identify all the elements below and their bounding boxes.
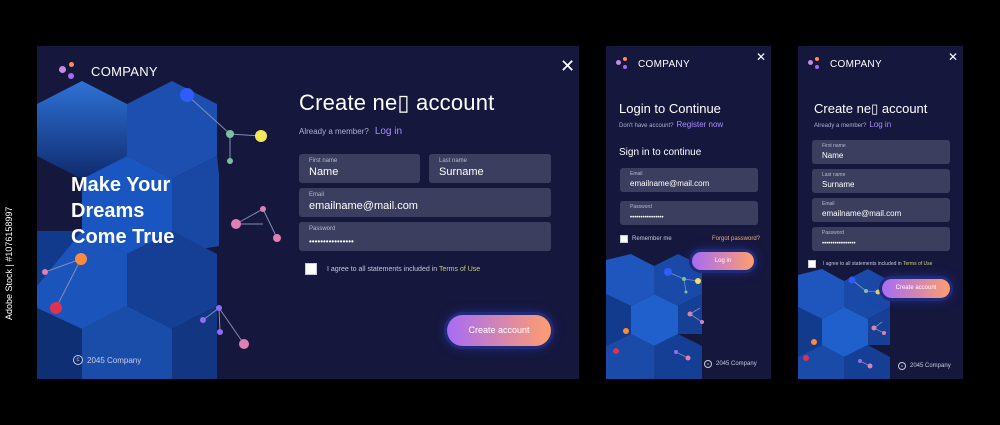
already-member-label: Already a member?: [814, 123, 867, 129]
password-label: Password: [822, 230, 844, 236]
password-label: Password: [309, 226, 336, 232]
copyright: c 2045 Company: [73, 355, 141, 365]
first-name-label: First name: [309, 158, 338, 164]
company-logo-icon: [59, 62, 81, 80]
remember-label: Remember me: [632, 236, 672, 242]
hero-line-2: Dreams: [71, 200, 145, 222]
page-title: Create ne▯ account: [299, 90, 495, 115]
register-link[interactable]: Register now: [677, 120, 724, 129]
page-title: Login to Continue: [619, 101, 721, 116]
first-name-value: Name: [822, 151, 844, 160]
copyright-icon: c: [704, 360, 712, 368]
email-field[interactable]: Email emailname@mail.com: [812, 198, 950, 222]
email-value: emailname@mail.com: [309, 200, 418, 212]
forgot-password-link[interactable]: Forgot password?: [712, 236, 760, 242]
password-label: Password: [630, 204, 652, 210]
create-account-button[interactable]: Create account: [882, 279, 950, 298]
agree-text: I agree to all statements included in Te…: [327, 266, 480, 273]
copyright: c 2045 Company: [704, 360, 757, 368]
company-logo: COMPANY: [616, 57, 690, 71]
company-name: COMPANY: [830, 58, 882, 70]
company-name: COMPANY: [91, 63, 158, 79]
agree-text: I agree to all statements included in Te…: [823, 261, 932, 267]
email-value: emailname@mail.com: [630, 179, 710, 188]
last-name-field[interactable]: Last name Surname: [429, 154, 551, 183]
already-member-text: Already a member? Log in: [299, 126, 402, 137]
agree-checkbox[interactable]: [808, 260, 816, 268]
already-member-label: Already a member?: [299, 127, 369, 136]
terms-link[interactable]: Terms of Use: [439, 266, 480, 273]
email-field[interactable]: Email emailname@mail.com: [299, 188, 551, 217]
email-label: Email: [822, 201, 835, 207]
last-name-value: Surname: [439, 166, 484, 178]
last-name-label: Last name: [439, 158, 468, 164]
register-text: Don't have account? Register now: [619, 120, 723, 129]
password-field[interactable]: Password ••••••••••••••••: [299, 222, 551, 251]
login-link[interactable]: Log in: [869, 120, 891, 129]
copyright-icon: c: [898, 362, 906, 370]
password-value: ••••••••••••••••: [630, 215, 664, 221]
company-logo: COMPANY: [808, 57, 882, 71]
agree-checkbox[interactable]: [305, 263, 317, 275]
create-account-button[interactable]: Create account: [447, 315, 551, 346]
copyright-icon: c: [73, 355, 83, 365]
password-value: ••••••••••••••••: [309, 237, 354, 246]
company-name: COMPANY: [638, 58, 690, 70]
close-icon[interactable]: ✕: [948, 51, 958, 63]
company-logo-icon: [808, 57, 824, 71]
copyright-text: 2045 Company: [910, 363, 951, 369]
copyright-text: 2045 Company: [87, 355, 142, 365]
first-name-field[interactable]: First name Name: [812, 140, 950, 164]
password-value: ••••••••••••••••: [822, 241, 856, 247]
close-icon[interactable]: ✕: [560, 57, 575, 75]
page-title: Create ne▯ account: [814, 101, 928, 116]
first-name-label: First name: [822, 143, 846, 149]
terms-link[interactable]: Terms of Use: [903, 261, 932, 267]
section-title: Sign in to continue: [619, 147, 702, 158]
agree-label: I agree to all statements included in: [327, 266, 438, 273]
first-name-field[interactable]: First name Name: [299, 154, 420, 183]
company-logo-icon: [616, 57, 632, 71]
agree-label: I agree to all statements included in: [823, 261, 902, 267]
hero-line-1: Make Your: [71, 174, 171, 196]
stock-id: Adobe Stock | #1076158997: [4, 206, 14, 320]
password-field[interactable]: Password ••••••••••••••••: [620, 201, 758, 225]
desktop-signup-panel: COMPANY ✕ Make Your Dreams Come True Cre…: [37, 46, 579, 379]
mobile-login-panel: COMPANY ✕ Login to Continue Don't have a…: [606, 46, 771, 379]
login-link[interactable]: Log in: [375, 126, 402, 137]
hero-heading: Make Your Dreams Come True: [71, 172, 174, 250]
login-button[interactable]: Log in: [692, 252, 754, 270]
copyright: c 2045 Company: [898, 362, 951, 370]
last-name-field[interactable]: Last name Surname: [812, 169, 950, 193]
email-label: Email: [309, 192, 325, 198]
password-field[interactable]: Password ••••••••••••••••: [812, 227, 950, 251]
hero-line-3: Come True: [71, 226, 175, 248]
email-label: Email: [630, 171, 643, 177]
already-member-text: Already a member? Log in: [814, 120, 891, 129]
email-value: emailname@mail.com: [822, 209, 902, 218]
last-name-value: Surname: [822, 180, 855, 189]
mobile-signup-panel: COMPANY ✕ Create ne▯ account Already a m…: [798, 46, 963, 379]
last-name-label: Last name: [822, 172, 846, 178]
first-name-value: Name: [309, 166, 339, 178]
close-icon[interactable]: ✕: [756, 51, 766, 63]
company-logo: COMPANY: [59, 62, 158, 80]
copyright-text: 2045 Company: [716, 361, 757, 367]
no-account-label: Don't have account?: [619, 123, 674, 129]
remember-checkbox[interactable]: [620, 235, 628, 243]
email-field[interactable]: Email emailname@mail.com: [620, 168, 758, 192]
